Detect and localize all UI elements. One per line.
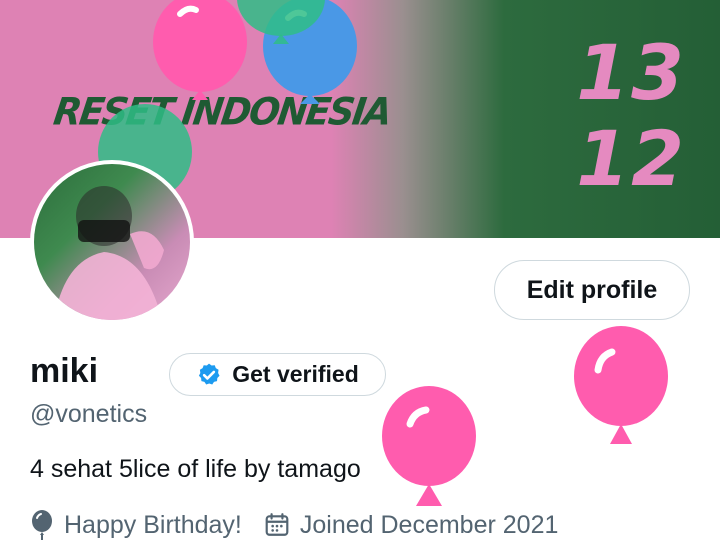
banner-date: 13 12 xyxy=(576,30,686,202)
avatar-image xyxy=(34,164,190,320)
balloon-green-top xyxy=(237,0,325,44)
edit-profile-button[interactable]: Edit profile xyxy=(494,260,690,320)
calendar-icon xyxy=(265,513,289,536)
username-handle: @vonetics xyxy=(30,400,148,428)
avatar[interactable] xyxy=(30,160,194,324)
balloon-pink-lower xyxy=(382,386,476,506)
profile-bio: 4 sehat 5lice of life by tamago xyxy=(30,455,361,483)
verified-badge-icon xyxy=(199,363,220,385)
banner-date-line-1: 13 xyxy=(576,28,686,117)
balloon-pink-top xyxy=(153,0,247,100)
banner-date-line-2: 12 xyxy=(576,114,686,203)
get-verified-label: Get verified xyxy=(232,361,359,387)
birthday-text: Happy Birthday! xyxy=(64,510,242,539)
joined-item: Joined December 2021 xyxy=(264,510,559,540)
joined-text: Joined December 2021 xyxy=(299,510,559,539)
balloon-pink-right xyxy=(574,326,668,444)
get-verified-button[interactable]: Get verified xyxy=(169,353,386,396)
balloon-icon xyxy=(32,510,52,540)
profile-meta-row: Happy Birthday! Joined December 2021 xyxy=(30,510,580,540)
avatar-figure xyxy=(54,186,164,320)
birthday-item: Happy Birthday! xyxy=(30,510,242,540)
display-name: miki xyxy=(30,352,99,390)
